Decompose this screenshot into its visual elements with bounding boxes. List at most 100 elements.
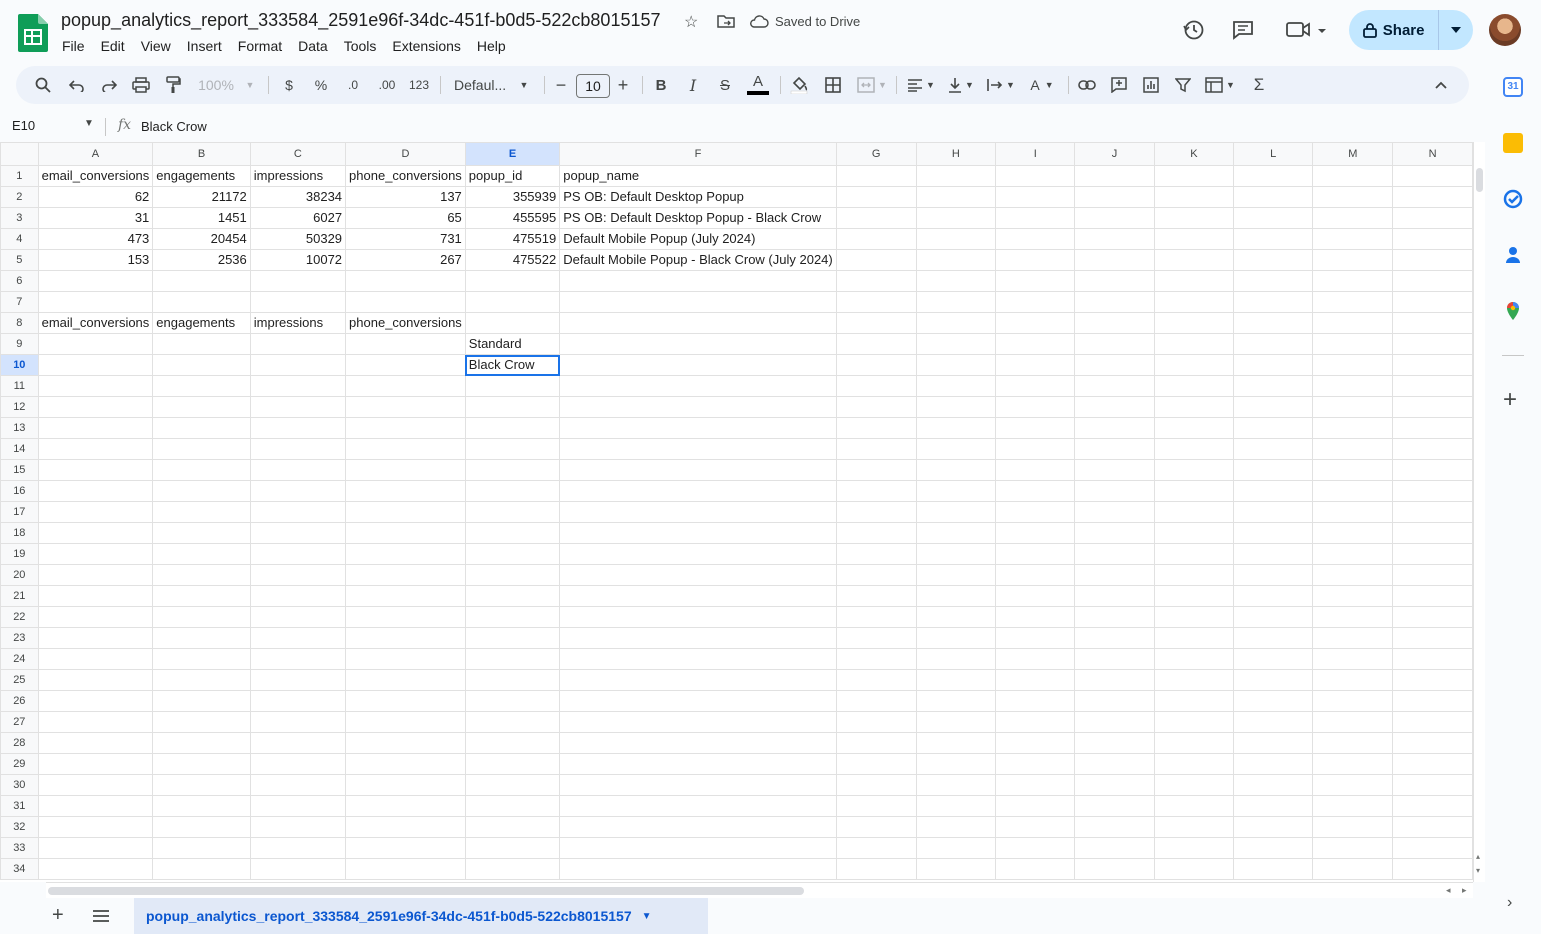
row-header[interactable]: 6 xyxy=(0,270,39,292)
cell-g25[interactable] xyxy=(835,669,917,691)
cell-e22[interactable] xyxy=(464,606,561,628)
cell-f11[interactable] xyxy=(559,375,837,397)
cell-c33[interactable] xyxy=(249,837,347,859)
cell-b24[interactable] xyxy=(152,648,251,670)
cell-f18[interactable] xyxy=(559,522,837,544)
cell-c25[interactable] xyxy=(249,669,347,691)
cell-i20[interactable] xyxy=(995,564,1076,586)
cell-f21[interactable] xyxy=(559,585,837,607)
cell-a29[interactable] xyxy=(37,753,154,775)
cell-e2[interactable]: 355939 xyxy=(464,186,561,208)
cell-c11[interactable] xyxy=(249,375,347,397)
cell-n14[interactable] xyxy=(1392,438,1473,460)
cell-j34[interactable] xyxy=(1074,858,1155,880)
column-header-j[interactable]: J xyxy=(1074,142,1155,166)
cell-m24[interactable] xyxy=(1312,648,1394,670)
cell-d1[interactable]: phone_conversions xyxy=(345,165,466,187)
cell-k24[interactable] xyxy=(1153,648,1235,670)
cell-d27[interactable] xyxy=(345,711,466,733)
cell-e26[interactable] xyxy=(464,690,561,712)
share-button[interactable]: Share xyxy=(1349,10,1473,50)
calendar-icon[interactable]: 31 xyxy=(1503,77,1523,97)
cell-n16[interactable] xyxy=(1392,480,1473,502)
row-header[interactable]: 31 xyxy=(0,795,39,817)
cell-h12[interactable] xyxy=(915,396,997,418)
row-header[interactable]: 26 xyxy=(0,690,39,712)
cell-m9[interactable] xyxy=(1312,333,1394,355)
cell-f22[interactable] xyxy=(559,606,837,628)
cell-i19[interactable] xyxy=(995,543,1076,565)
cell-a15[interactable] xyxy=(37,459,154,481)
cell-j19[interactable] xyxy=(1074,543,1155,565)
cell-e29[interactable] xyxy=(464,753,561,775)
cell-h9[interactable] xyxy=(915,333,997,355)
select-all-corner[interactable] xyxy=(0,142,39,166)
cell-k12[interactable] xyxy=(1153,396,1235,418)
cell-b18[interactable] xyxy=(152,522,251,544)
cell-j11[interactable] xyxy=(1074,375,1155,397)
cell-i1[interactable] xyxy=(995,165,1076,187)
cell-b20[interactable] xyxy=(152,564,251,586)
row-header[interactable]: 4 xyxy=(0,228,39,250)
vertical-scroll-thumb[interactable] xyxy=(1476,168,1483,192)
cell-n23[interactable] xyxy=(1392,627,1473,649)
cell-f31[interactable] xyxy=(559,795,837,817)
cell-n9[interactable] xyxy=(1392,333,1473,355)
cell-m25[interactable] xyxy=(1312,669,1394,691)
column-header-e[interactable]: E xyxy=(464,142,561,166)
cell-c32[interactable] xyxy=(249,816,347,838)
cell-k4[interactable] xyxy=(1153,228,1235,250)
cell-b25[interactable] xyxy=(152,669,251,691)
cell-c1[interactable]: impressions xyxy=(249,165,347,187)
row-header[interactable]: 24 xyxy=(0,648,39,670)
cell-l27[interactable] xyxy=(1233,711,1314,733)
cell-l3[interactable] xyxy=(1233,207,1314,229)
cell-c8[interactable]: impressions xyxy=(249,312,347,334)
print-icon[interactable] xyxy=(130,66,152,104)
cell-g28[interactable] xyxy=(835,732,917,754)
cell-m18[interactable] xyxy=(1312,522,1394,544)
row-header[interactable]: 25 xyxy=(0,669,39,691)
strikethrough-button[interactable]: S xyxy=(714,66,736,104)
cell-c19[interactable] xyxy=(249,543,347,565)
cell-a18[interactable] xyxy=(37,522,154,544)
cell-l12[interactable] xyxy=(1233,396,1314,418)
cell-e30[interactable] xyxy=(464,774,561,796)
cell-b33[interactable] xyxy=(152,837,251,859)
cell-n4[interactable] xyxy=(1392,228,1473,250)
cell-n11[interactable] xyxy=(1392,375,1473,397)
cell-c3[interactable]: 6027 xyxy=(249,207,347,229)
column-header-k[interactable]: K xyxy=(1153,142,1235,166)
cell-m29[interactable] xyxy=(1312,753,1394,775)
cell-a8[interactable]: email_conversions xyxy=(37,312,154,334)
cell-a2[interactable]: 62 xyxy=(37,186,154,208)
cell-b1[interactable]: engagements xyxy=(152,165,251,187)
cell-f24[interactable] xyxy=(559,648,837,670)
cell-i21[interactable] xyxy=(995,585,1076,607)
cell-f34[interactable] xyxy=(559,858,837,880)
cell-i17[interactable] xyxy=(995,501,1076,523)
cell-k6[interactable] xyxy=(1153,270,1235,292)
cell-k9[interactable] xyxy=(1153,333,1235,355)
cell-g23[interactable] xyxy=(835,627,917,649)
cell-l5[interactable] xyxy=(1233,249,1314,271)
cell-a20[interactable] xyxy=(37,564,154,586)
cell-b32[interactable] xyxy=(152,816,251,838)
cell-e3[interactable]: 455595 xyxy=(464,207,561,229)
cell-i8[interactable] xyxy=(995,312,1076,334)
cell-b15[interactable] xyxy=(152,459,251,481)
cell-e19[interactable] xyxy=(464,543,561,565)
cell-f6[interactable] xyxy=(559,270,837,292)
cell-b6[interactable] xyxy=(152,270,251,292)
cell-l32[interactable] xyxy=(1233,816,1314,838)
cell-f29[interactable] xyxy=(559,753,837,775)
cell-h16[interactable] xyxy=(915,480,997,502)
cell-g29[interactable] xyxy=(835,753,917,775)
cell-a22[interactable] xyxy=(37,606,154,628)
cell-k5[interactable] xyxy=(1153,249,1235,271)
scroll-left-arrow-icon[interactable]: ◂ xyxy=(1446,885,1451,896)
comments-icon[interactable] xyxy=(1232,19,1254,41)
cell-l6[interactable] xyxy=(1233,270,1314,292)
cell-i5[interactable] xyxy=(995,249,1076,271)
increase-decimal-button[interactable]: .00 xyxy=(374,66,400,104)
